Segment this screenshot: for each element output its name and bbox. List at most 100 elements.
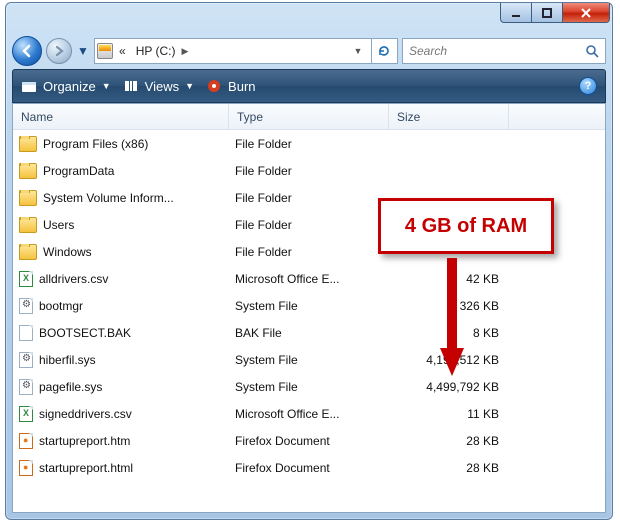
- minimize-icon: [510, 7, 522, 19]
- file-name: bootmgr: [39, 299, 83, 313]
- file-size: 4,499,792 KB: [389, 380, 509, 394]
- file-type: File Folder: [229, 191, 389, 205]
- excel-icon: [19, 406, 33, 422]
- file-type: System File: [229, 353, 389, 367]
- rows-container: Program Files (x86)File FolderProgramDat…: [13, 130, 605, 512]
- file-name: signeddrivers.csv: [39, 407, 132, 421]
- file-type: Firefox Document: [229, 434, 389, 448]
- maximize-button[interactable]: [531, 3, 563, 23]
- address-bar[interactable]: « HP (C:) ▶ ▼: [94, 38, 398, 64]
- refresh-button[interactable]: [371, 39, 395, 63]
- explorer-window: ▼ « HP (C:) ▶ ▼ Search Organize ▼: [5, 2, 613, 520]
- file-name: BOOTSECT.BAK: [39, 326, 131, 340]
- gear-icon: [19, 298, 33, 314]
- crumb-location[interactable]: HP (C:): [132, 44, 180, 58]
- back-button[interactable]: [12, 36, 42, 66]
- list-item[interactable]: ProgramData File Folder: [13, 157, 605, 184]
- file-type: File Folder: [229, 218, 389, 232]
- address-history-dropdown[interactable]: ▼: [349, 46, 367, 56]
- gear-icon: [19, 379, 33, 395]
- arrow-left-icon: [19, 43, 35, 59]
- organize-icon: [21, 78, 37, 94]
- list-item[interactable]: Program Files (x86) File Folder: [13, 130, 605, 157]
- organize-label: Organize: [43, 79, 96, 94]
- file-type: Microsoft Office E...: [229, 272, 389, 286]
- file-type: System File: [229, 299, 389, 313]
- folder-icon: [19, 217, 37, 233]
- folder-icon: [19, 136, 37, 152]
- nav-row: ▼ « HP (C:) ▶ ▼ Search: [6, 33, 612, 69]
- folder-icon: [19, 244, 37, 260]
- burn-button[interactable]: Burn: [206, 78, 255, 94]
- file-name: startupreport.html: [39, 461, 133, 475]
- folder-icon: [19, 190, 37, 206]
- search-input[interactable]: Search: [402, 38, 606, 64]
- nav-history-dropdown[interactable]: ▼: [76, 42, 90, 60]
- ff-icon: [19, 433, 33, 449]
- burn-label: Burn: [228, 79, 255, 94]
- column-headers: Name Type Size: [13, 104, 605, 130]
- file-name: System Volume Inform...: [43, 191, 174, 205]
- file-size: 28 KB: [389, 461, 509, 475]
- burn-icon: [206, 78, 222, 94]
- help-button[interactable]: ?: [579, 77, 597, 95]
- close-icon: [579, 6, 593, 20]
- file-name: ProgramData: [43, 164, 114, 178]
- close-button[interactable]: [562, 3, 610, 23]
- excel-icon: [19, 271, 33, 287]
- file-size: 28 KB: [389, 434, 509, 448]
- chevron-down-icon: ▼: [185, 81, 194, 91]
- ff-icon: [19, 460, 33, 476]
- file-name: pagefile.sys: [39, 380, 102, 394]
- column-name[interactable]: Name: [13, 104, 229, 129]
- file-icon: [19, 325, 33, 341]
- folder-icon: [19, 163, 37, 179]
- forward-button[interactable]: [46, 38, 72, 64]
- list-item[interactable]: hiberfil.sysSystem File4,193,512 KB: [13, 346, 605, 373]
- list-item[interactable]: pagefile.sys System File4,499,792 KB: [13, 373, 605, 400]
- views-menu[interactable]: Views ▼: [123, 78, 194, 94]
- file-type: BAK File: [229, 326, 389, 340]
- file-name: Windows: [43, 245, 92, 259]
- minimize-button[interactable]: [500, 3, 532, 23]
- chevron-right-icon[interactable]: ▶: [181, 46, 188, 57]
- views-icon: [123, 78, 139, 94]
- file-type: System File: [229, 380, 389, 394]
- file-type: File Folder: [229, 137, 389, 151]
- file-size: 11 KB: [389, 407, 509, 421]
- file-name: Users: [43, 218, 74, 232]
- file-type: File Folder: [229, 164, 389, 178]
- views-label: Views: [145, 79, 179, 94]
- chevron-down-icon: ▼: [102, 81, 111, 91]
- file-type: Microsoft Office E...: [229, 407, 389, 421]
- command-bar: Organize ▼ Views ▼ Burn ?: [12, 69, 606, 103]
- file-type: File Folder: [229, 245, 389, 259]
- titlebar: [6, 3, 612, 33]
- file-name: alldrivers.csv: [39, 272, 108, 286]
- file-type: Firefox Document: [229, 461, 389, 475]
- refresh-icon: [377, 44, 391, 58]
- search-icon: [585, 44, 599, 58]
- list-item[interactable]: alldrivers.csvMicrosoft Office E...42 KB: [13, 265, 605, 292]
- list-item[interactable]: bootmgrSystem File326 KB: [13, 292, 605, 319]
- file-list: Name Type Size Program Files (x86) File F…: [12, 103, 606, 513]
- gear-icon: [19, 352, 33, 368]
- annotation-arrow-icon: [440, 258, 470, 378]
- list-item[interactable]: signeddrivers.csv Microsoft Office E...11…: [13, 400, 605, 427]
- column-size[interactable]: Size: [389, 104, 509, 129]
- list-item[interactable]: startupreport.html Firefox Document28 KB: [13, 454, 605, 481]
- search-placeholder: Search: [409, 44, 447, 58]
- crumb-prefix: «: [115, 44, 130, 58]
- maximize-icon: [541, 7, 553, 19]
- annotation-callout: 4 GB of RAM: [378, 198, 554, 254]
- file-name: startupreport.htm: [39, 434, 130, 448]
- annotation-text: 4 GB of RAM: [405, 215, 527, 238]
- arrow-right-icon: [52, 44, 66, 58]
- column-type[interactable]: Type: [229, 104, 389, 129]
- file-name: hiberfil.sys: [39, 353, 96, 367]
- file-name: Program Files (x86): [43, 137, 148, 151]
- list-item[interactable]: startupreport.htm Firefox Document28 KB: [13, 427, 605, 454]
- drive-icon: [97, 43, 113, 59]
- list-item[interactable]: BOOTSECT.BAKBAK File8 KB: [13, 319, 605, 346]
- organize-menu[interactable]: Organize ▼: [21, 78, 111, 94]
